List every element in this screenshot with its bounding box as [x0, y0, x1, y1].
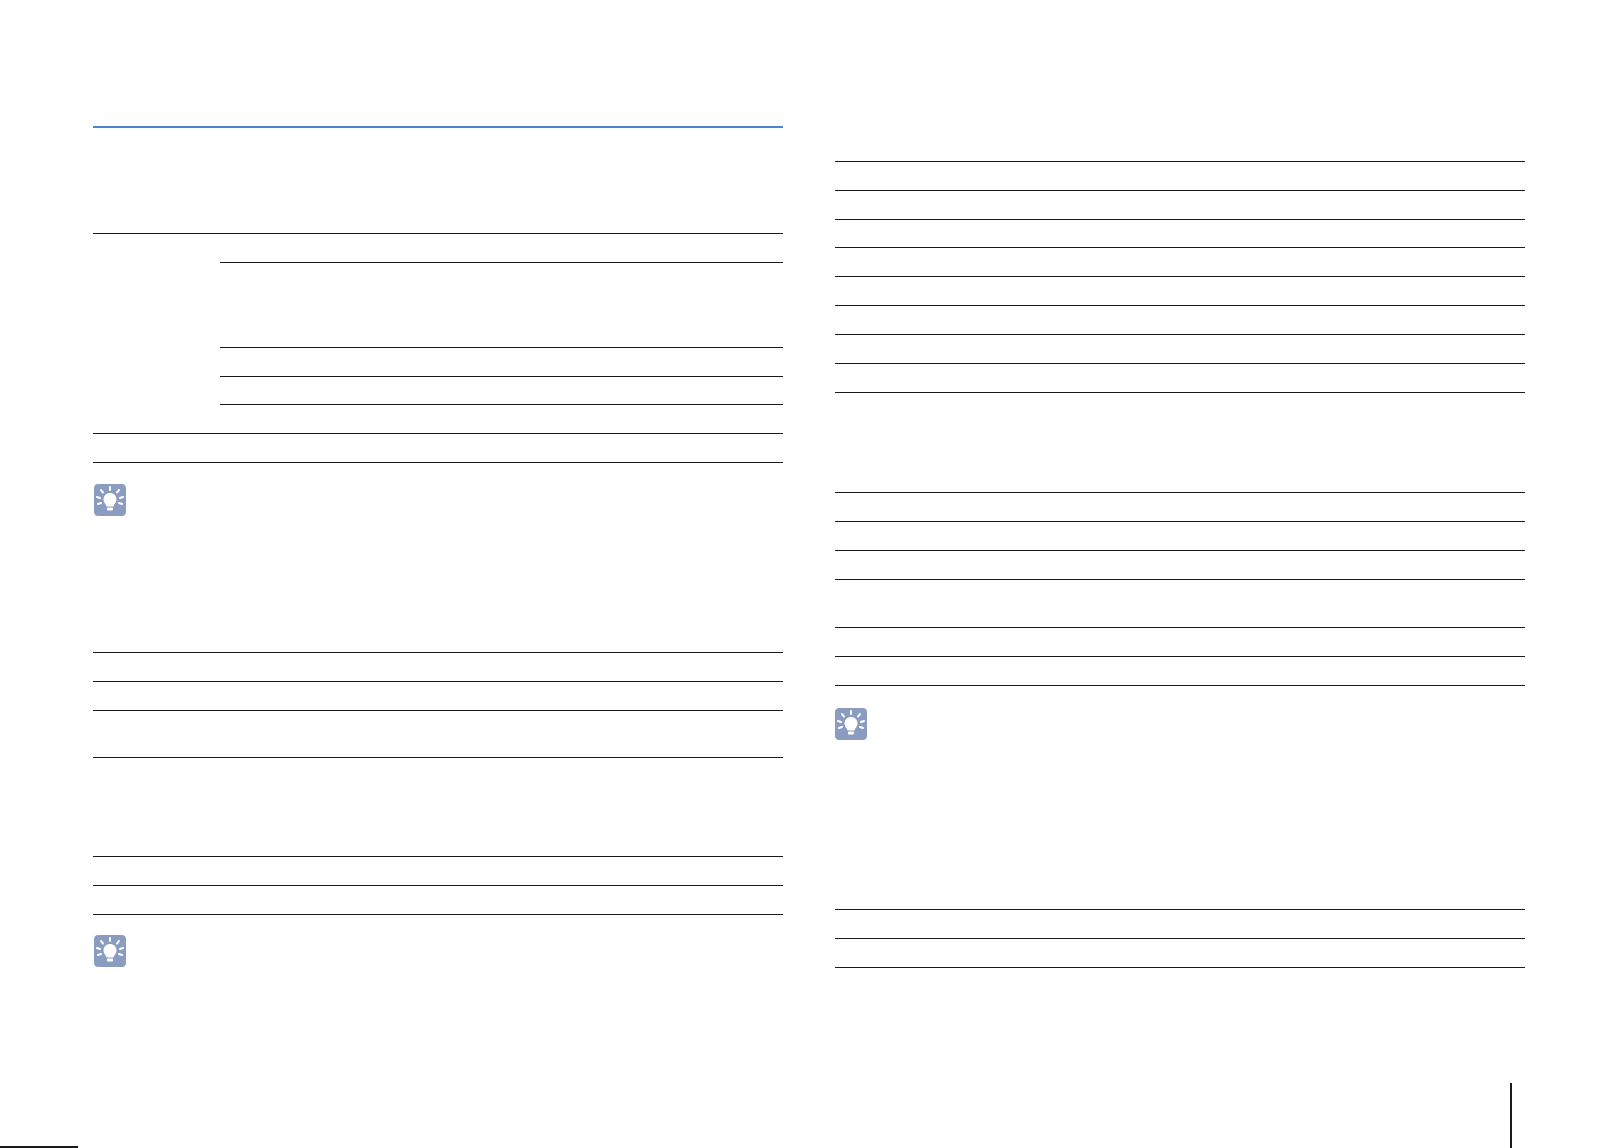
settings-table-1 — [0, 0, 790, 463]
table-row-divider — [835, 938, 1525, 939]
table-row-divider — [835, 492, 1525, 493]
table-row-divider — [93, 856, 783, 857]
table-row-divider — [220, 404, 783, 405]
table-row-divider — [835, 656, 1525, 657]
table-row-divider — [835, 334, 1525, 335]
right-column — [830, 0, 1621, 1148]
lightbulb-icon — [835, 708, 867, 740]
settings-table-2 — [0, 640, 790, 920]
table-row-divider — [835, 190, 1525, 191]
table-row-divider — [93, 433, 783, 434]
lightbulb-icon — [94, 935, 126, 967]
table-row-divider — [220, 347, 783, 348]
table-row-divider — [835, 363, 1525, 364]
table-row-divider — [835, 161, 1525, 162]
settings-table-4 — [830, 900, 1621, 980]
table-row-divider — [93, 710, 783, 711]
table-row-divider — [93, 914, 783, 915]
table-row-divider — [93, 681, 783, 682]
table-row-divider — [835, 276, 1525, 277]
table-row-divider — [835, 579, 1525, 580]
table-row-divider — [93, 885, 783, 886]
left-column — [0, 0, 790, 1148]
settings-table-3 — [830, 0, 1621, 690]
table-row-divider — [835, 521, 1525, 522]
table-row-divider — [835, 967, 1525, 968]
table-row-divider — [835, 392, 1525, 393]
table-row-divider — [220, 262, 783, 263]
table-row-divider — [835, 685, 1525, 686]
table-row-divider — [835, 627, 1525, 628]
table-row-divider — [835, 550, 1525, 551]
table-row-divider — [93, 652, 783, 653]
table-row-divider — [93, 462, 783, 463]
lightbulb-icon — [94, 484, 126, 516]
table-row-divider — [93, 757, 783, 758]
table-row-divider — [835, 247, 1525, 248]
table-row-divider — [835, 305, 1525, 306]
table-row-divider — [93, 233, 783, 234]
table-row-divider — [835, 219, 1525, 220]
page-number-divider — [1510, 1083, 1512, 1148]
table-row-divider — [835, 909, 1525, 910]
table-row-divider — [220, 376, 783, 377]
